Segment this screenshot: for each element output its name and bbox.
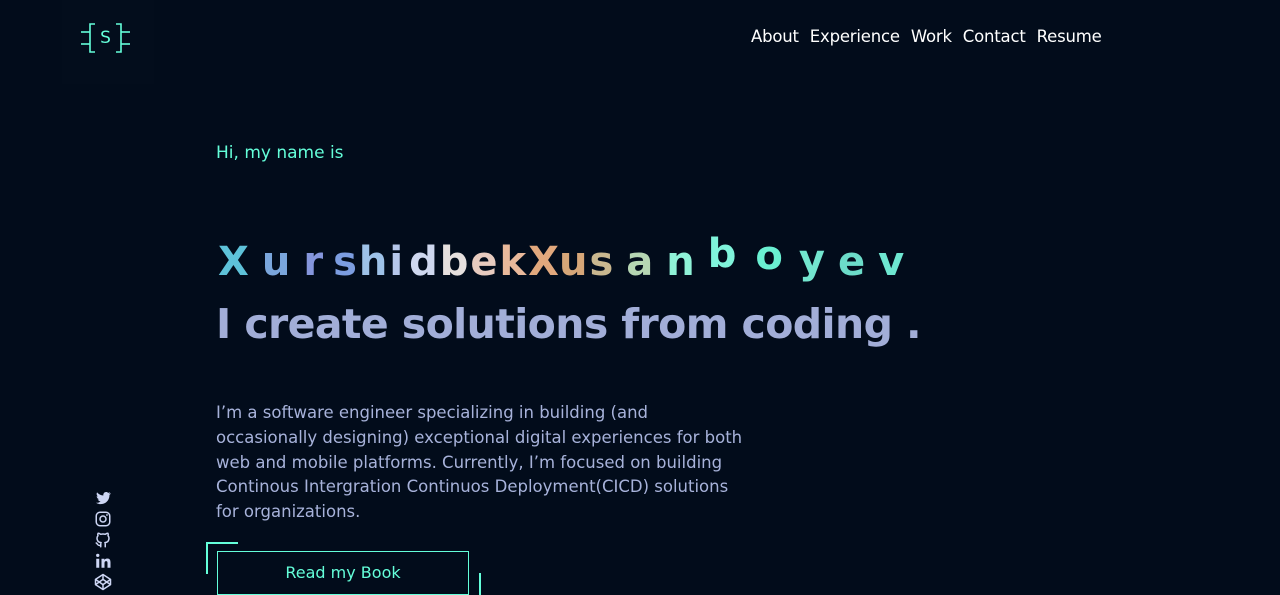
name-letter: k — [499, 239, 527, 285]
name-letter: b — [439, 239, 469, 285]
codepen-icon[interactable] — [94, 573, 112, 591]
button-corner-decoration — [206, 542, 208, 574]
name-letter: b — [707, 231, 737, 277]
linkedin-icon[interactable] — [94, 552, 112, 570]
nav-resume[interactable]: Resume — [1037, 26, 1102, 48]
name-letter: v — [878, 239, 905, 285]
name-letter: u — [261, 239, 291, 285]
nav-experience[interactable]: Experience — [810, 26, 900, 48]
name-letter: n — [666, 239, 695, 285]
name-letter: X — [528, 239, 559, 285]
name-letter: a — [626, 239, 654, 285]
bio-line: I’m a software engineer specializing in … — [216, 403, 649, 422]
github-icon[interactable] — [94, 531, 112, 549]
instagram-icon[interactable] — [94, 510, 112, 528]
name-letter: X — [218, 239, 249, 285]
button-corner-decoration — [206, 542, 238, 544]
bio-line: web and mobile platforms. Currently, I’m… — [216, 452, 723, 472]
hero-greeting: Hi, my name is — [216, 143, 344, 163]
name-letter: e — [837, 239, 866, 285]
nav-contact[interactable]: Contact — [963, 26, 1026, 48]
name-letter: r — [303, 239, 324, 285]
bio-line: for organizations. — [216, 502, 361, 522]
name-letter: s — [333, 239, 357, 285]
name-letter: d — [409, 239, 438, 285]
main-nav: About Experience Work Contact Resume — [751, 26, 1102, 48]
button-corner-decoration — [479, 573, 481, 595]
name-letter: u — [558, 239, 588, 285]
nav-about[interactable]: About — [751, 26, 799, 48]
name-letter: h — [358, 239, 388, 285]
logo-letter: S — [100, 28, 111, 48]
bio-line: Continous Intergration Continuos Deploym… — [216, 477, 729, 497]
nav-work[interactable]: Work — [911, 26, 952, 48]
social-links — [94, 489, 114, 594]
name-letter: y — [798, 237, 825, 283]
hero-bio: I’m a software engineer specializing in … — [216, 401, 776, 525]
bio-line: occasionally designing) exceptional digi… — [216, 427, 743, 447]
name-letter: i — [389, 239, 404, 285]
twitter-icon[interactable] — [94, 489, 112, 507]
read-book-button[interactable]: Read my Book — [217, 551, 469, 595]
name-letter: s — [589, 239, 614, 285]
name-letter: o — [755, 233, 783, 279]
name-letter: e — [470, 239, 498, 285]
hero-tagline: I create solutions from coding . — [216, 300, 922, 348]
hero-name: XurshidbekXusanboyev — [218, 231, 905, 288]
